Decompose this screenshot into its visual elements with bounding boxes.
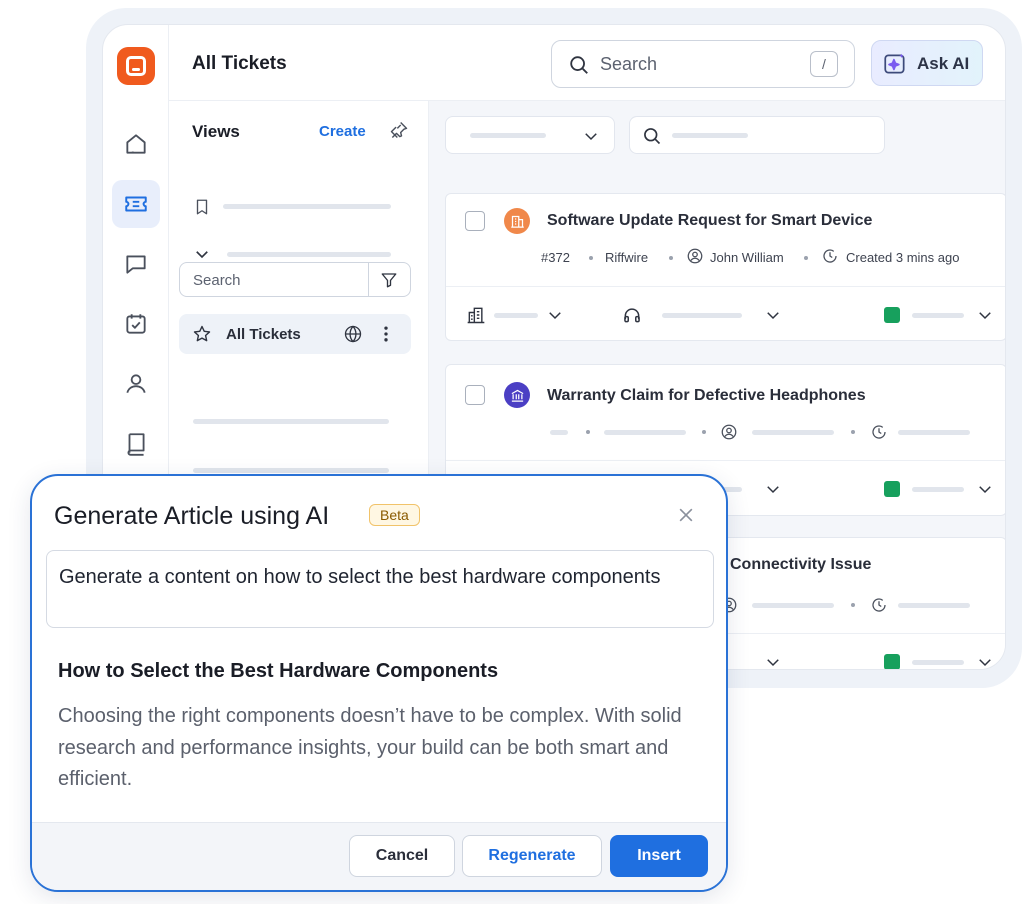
filter-icon[interactable]	[380, 271, 398, 289]
tickets-nav-button[interactable]	[112, 180, 160, 228]
views-search-input[interactable]: Search	[179, 262, 411, 297]
ticket-checkbox[interactable]	[465, 211, 485, 231]
ticket-id: #372	[541, 250, 570, 265]
clock-icon	[872, 425, 886, 439]
close-icon[interactable]	[676, 505, 696, 525]
headset-icon	[624, 308, 640, 323]
chevron-down-icon[interactable]	[546, 305, 564, 325]
search-placeholder: Search	[600, 54, 658, 74]
status-indicator	[884, 654, 900, 669]
knowledge-base-nav-button[interactable]	[112, 420, 160, 468]
search-icon	[570, 56, 588, 74]
calendar-check-icon	[126, 314, 146, 334]
ticket-assignee: John William	[710, 250, 784, 265]
more-vertical-icon[interactable]	[380, 324, 392, 344]
top-bar: All Tickets Search / Ask AI	[169, 25, 1005, 101]
home-icon	[126, 134, 146, 154]
placeholder-line	[227, 252, 391, 257]
tasks-nav-button[interactable]	[112, 300, 160, 348]
chat-nav-button[interactable]	[112, 240, 160, 288]
book-icon	[127, 433, 145, 456]
filter-dropdown[interactable]	[445, 116, 615, 154]
views-heading: Views	[192, 122, 240, 141]
generated-article-body: Choosing the right components doesn’t ha…	[58, 705, 682, 790]
ticket-checkbox[interactable]	[465, 385, 485, 405]
chevron-down-icon[interactable]	[764, 479, 782, 499]
clock-icon	[823, 249, 837, 263]
views-search-placeholder: Search	[193, 272, 241, 289]
chevron-down-icon[interactable]	[976, 305, 994, 325]
ticket-title[interactable]: Software Update Request for Smart Device	[547, 212, 872, 230]
ticket-title[interactable]: Connectivity Issue	[730, 556, 871, 574]
chevron-down-icon[interactable]	[193, 245, 211, 263]
status-indicator	[884, 481, 900, 497]
regenerate-button[interactable]: Regenerate	[462, 835, 602, 877]
user-icon	[126, 374, 146, 393]
contacts-nav-button[interactable]	[112, 360, 160, 408]
ticket-card[interactable]: Software Update Request for Smart Device…	[445, 193, 1005, 341]
status-indicator	[884, 307, 900, 323]
globe-icon	[344, 325, 362, 343]
create-view-link[interactable]: Create	[319, 123, 366, 140]
chevron-down-icon[interactable]	[976, 652, 994, 670]
global-search-input[interactable]: Search /	[551, 40, 855, 88]
ticket-search-input[interactable]	[629, 116, 885, 154]
clock-icon	[872, 598, 886, 612]
brand-logo[interactable]	[117, 47, 155, 85]
generated-article-title: How to Select the Best Hardware Componen…	[58, 660, 499, 682]
user-circle-icon	[721, 424, 737, 440]
building-icon	[467, 307, 485, 324]
search-icon	[644, 128, 661, 145]
star-icon[interactable]	[192, 324, 212, 344]
dialog-footer: Cancel Regenerate Insert	[32, 822, 726, 890]
user-circle-icon	[687, 248, 703, 264]
generate-article-dialog: Generate Article using AI Beta Generate …	[30, 474, 728, 892]
cancel-button[interactable]: Cancel	[349, 835, 455, 877]
chat-icon	[126, 255, 146, 274]
pin-icon[interactable]	[389, 120, 409, 140]
view-item-all-tickets[interactable]: All Tickets	[179, 314, 411, 354]
search-shortcut-key: /	[810, 51, 838, 77]
bank-icon	[511, 389, 523, 402]
ticket-created: Created 3 mins ago	[846, 250, 960, 265]
building-icon	[510, 215, 524, 228]
chevron-down-icon[interactable]	[976, 479, 994, 499]
insert-button[interactable]: Insert	[610, 835, 708, 877]
beta-badge: Beta	[369, 504, 420, 526]
home-nav-button[interactable]	[112, 120, 160, 168]
chevron-down-icon[interactable]	[764, 652, 782, 670]
placeholder-line	[193, 419, 389, 424]
chevron-down-icon	[585, 133, 597, 141]
placeholder-line	[223, 204, 391, 209]
company-avatar	[504, 208, 530, 234]
ticket-icon	[125, 196, 147, 212]
dialog-title: Generate Article using AI	[54, 502, 330, 530]
view-item-label: All Tickets	[226, 326, 301, 343]
ticket-company: Riffwire	[605, 250, 649, 265]
ai-sparkle-icon	[884, 53, 905, 74]
bookmark-icon[interactable]	[193, 198, 211, 216]
company-avatar	[504, 382, 530, 408]
ticket-title[interactable]: Warranty Claim for Defective Headphones	[547, 387, 866, 405]
ask-ai-button[interactable]: Ask AI	[871, 40, 983, 86]
chevron-down-icon[interactable]	[764, 305, 782, 325]
placeholder-line	[193, 468, 389, 473]
ask-ai-label: Ask AI	[917, 54, 970, 73]
prompt-input[interactable]: Generate a content on how to select the …	[46, 550, 714, 628]
page-title: All Tickets	[192, 53, 287, 74]
